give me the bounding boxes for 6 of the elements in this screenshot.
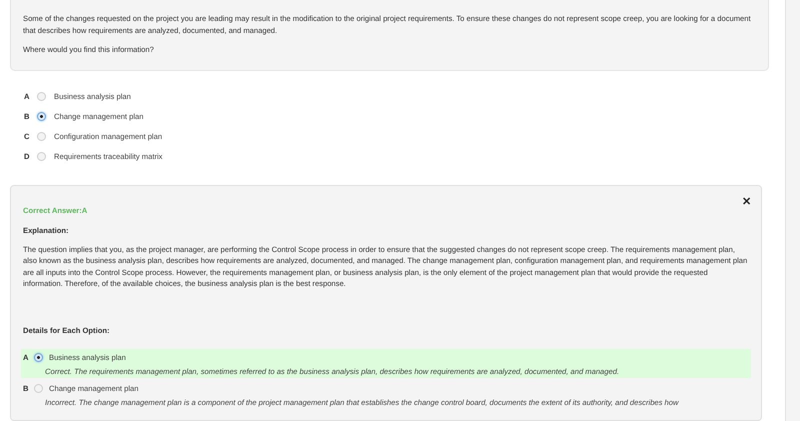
radio-button[interactable] [37, 152, 46, 160]
radio-button[interactable] [37, 92, 46, 100]
scrollbar[interactable] [785, 0, 800, 421]
radio-button[interactable] [37, 132, 46, 140]
radio-button[interactable] [37, 112, 46, 120]
close-button[interactable]: ✕ [742, 194, 751, 208]
